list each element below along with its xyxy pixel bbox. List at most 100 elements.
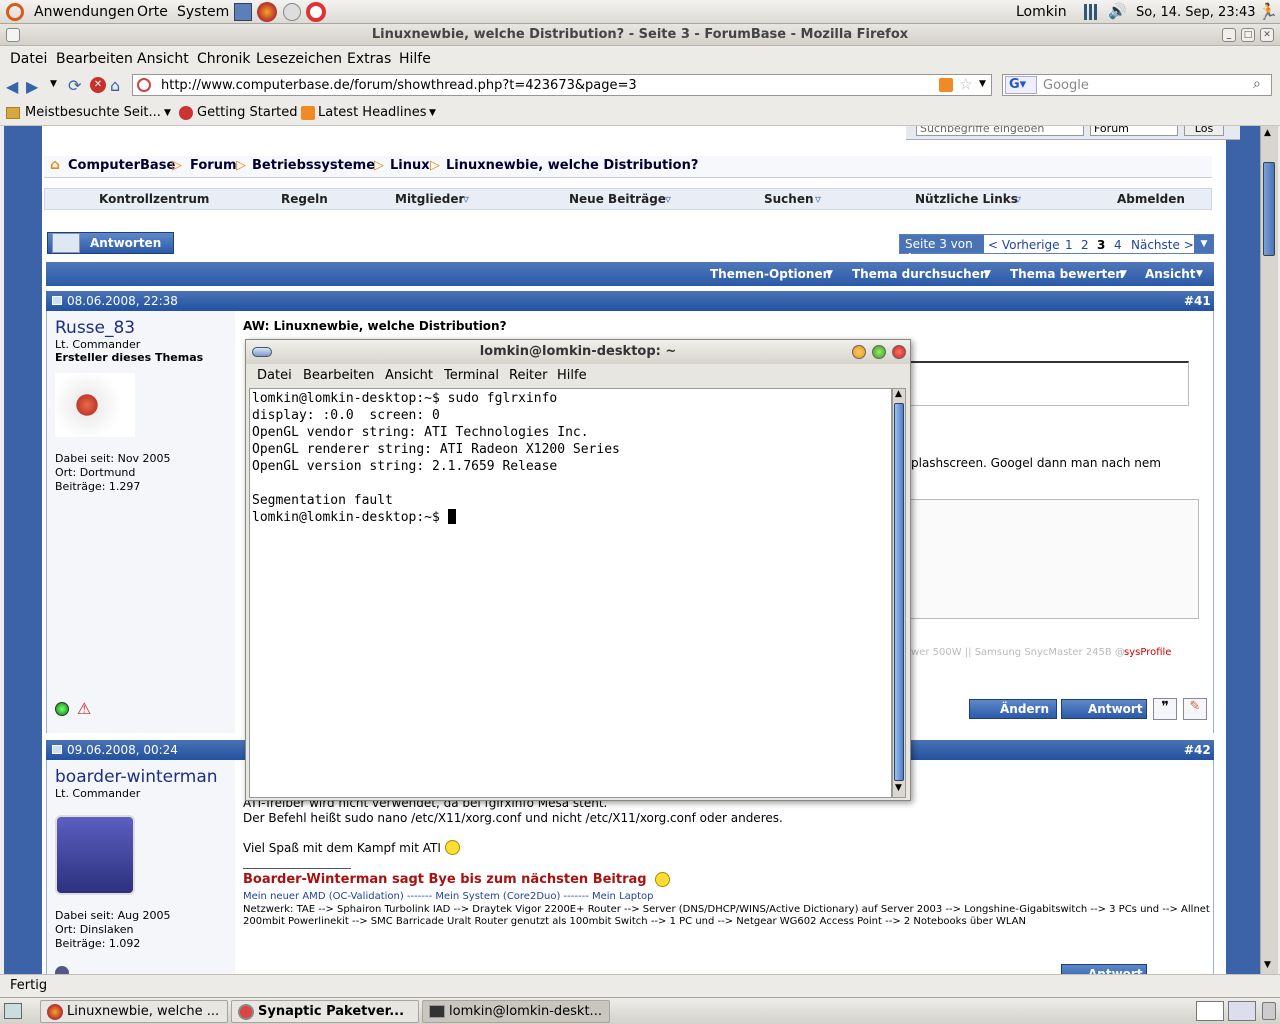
reply-thread-button[interactable]: Antworten bbox=[47, 232, 174, 254]
dropdown-arrow-icon[interactable]: ▿ bbox=[815, 192, 821, 206]
terminal-window-menu-icon[interactable] bbox=[252, 347, 272, 357]
back-arrow-icon[interactable]: ◀ bbox=[6, 77, 18, 96]
terminal-output[interactable]: lomkin@lomkin-desktop:~$ sudo fglrxinfo d… bbox=[249, 388, 892, 798]
thread-options-menu[interactable]: Themen-Optionen bbox=[710, 267, 831, 281]
terminal-prompt-line[interactable]: lomkin@lomkin-desktop:~$ bbox=[252, 509, 889, 526]
terminal-scrollbar-thumb[interactable] bbox=[894, 403, 904, 781]
nav-suchen[interactable]: Suchen bbox=[764, 192, 814, 206]
bookmark-most-visited[interactable]: Meistbesuchte Seit... bbox=[25, 105, 161, 120]
dropdown-arrow-icon[interactable]: ▿ bbox=[665, 192, 671, 206]
post-number[interactable]: #41 bbox=[1184, 294, 1211, 308]
signature-links[interactable]: Mein neuer AMD (OC-Validation) ------- M… bbox=[243, 891, 654, 902]
nav-abmelden[interactable]: Abmelden bbox=[1117, 192, 1185, 206]
window-menu-icon[interactable] bbox=[6, 28, 20, 42]
bookmark-star-icon[interactable]: ☆ bbox=[959, 75, 972, 93]
help-launcher-icon[interactable] bbox=[306, 2, 326, 22]
terminal-close-icon[interactable] bbox=[892, 345, 906, 359]
taskbar-item-synaptic[interactable]: Synaptic Paketver... bbox=[231, 1000, 419, 1023]
terminal-menu-reiter[interactable]: Reiter bbox=[509, 368, 548, 383]
menu-bearbeiten[interactable]: Bearbeiten bbox=[56, 51, 133, 67]
terminal-titlebar[interactable]: lomkin@lomkin-desktop: ~ bbox=[246, 340, 910, 364]
page-scrollbar[interactable]: ▲ ▼ bbox=[1260, 126, 1278, 974]
mail-launcher-icon[interactable] bbox=[283, 3, 301, 21]
quick-reply-icon[interactable]: ✎ bbox=[1183, 698, 1207, 720]
file-manager-launcher-icon[interactable] bbox=[234, 3, 252, 21]
pager-page-2[interactable]: 2 bbox=[1081, 238, 1089, 252]
terminal-window[interactable]: lomkin@lomkin-desktop: ~ Datei Bearbeite… bbox=[245, 339, 911, 801]
search-box[interactable]: G▾ Google ⌕ bbox=[1002, 74, 1272, 96]
scrollbar-thumb[interactable] bbox=[1263, 162, 1275, 256]
workspace-switcher[interactable] bbox=[1228, 1001, 1256, 1021]
scroll-down-icon[interactable]: ▼ bbox=[895, 783, 902, 793]
history-dropdown-icon[interactable]: ▼ bbox=[50, 79, 57, 89]
trash-icon[interactable] bbox=[1262, 1002, 1276, 1020]
report-post-icon[interactable]: ⚠ bbox=[77, 699, 91, 718]
show-desktop-icon[interactable] bbox=[4, 1003, 22, 1019]
forward-arrow-icon[interactable]: ▶ bbox=[26, 77, 38, 96]
terminal-menu-ansicht[interactable]: Ansicht bbox=[385, 368, 433, 383]
thread-view-menu[interactable]: Ansicht bbox=[1145, 267, 1195, 281]
edit-post-button[interactable]: Ändern bbox=[969, 699, 1057, 719]
search-icon[interactable]: ⌕ bbox=[1253, 76, 1261, 92]
dropdown-arrow-icon[interactable]: ▼ bbox=[1120, 269, 1127, 279]
thread-rate-menu[interactable]: Thema bewerten bbox=[1010, 267, 1124, 281]
breadcrumb-computerbase[interactable]: ComputerBase bbox=[68, 158, 175, 173]
menu-hilfe[interactable]: Hilfe bbox=[399, 51, 431, 67]
avatar[interactable] bbox=[55, 815, 135, 895]
pager-page-4[interactable]: 4 bbox=[1114, 238, 1122, 252]
breadcrumb-forum[interactable]: Forum bbox=[190, 158, 237, 173]
address-bar-url[interactable]: http://www.computerbase.de/forum/showthr… bbox=[161, 78, 637, 93]
rss-feed-icon[interactable] bbox=[939, 78, 953, 92]
terminal-menu-bearbeiten[interactable]: Bearbeiten bbox=[303, 368, 374, 383]
breadcrumb-thread[interactable]: Linuxnewbie, welche Distribution? bbox=[446, 158, 698, 173]
home-icon[interactable]: ⌂ bbox=[110, 76, 120, 95]
dropdown-arrow-icon[interactable]: ▼ bbox=[1196, 269, 1203, 279]
panel-clock[interactable]: So, 14. Sep, 23:43 bbox=[1136, 5, 1256, 20]
breadcrumb-linux[interactable]: Linux bbox=[390, 158, 430, 173]
thread-search-menu[interactable]: Thema durchsuchen bbox=[852, 267, 988, 281]
terminal-menu-datei[interactable]: Datei bbox=[257, 368, 292, 383]
menu-lesezeichen[interactable]: Lesezeichen bbox=[256, 51, 342, 67]
menu-chronik[interactable]: Chronik bbox=[197, 51, 251, 67]
logout-icon[interactable]: 🏃 bbox=[1258, 2, 1278, 21]
avatar[interactable] bbox=[55, 373, 135, 437]
multi-quote-icon[interactable]: ❞ bbox=[1153, 698, 1177, 720]
panel-username[interactable]: Lomkin bbox=[1016, 4, 1067, 20]
headlines-dropdown-icon[interactable]: ▼ bbox=[429, 108, 436, 118]
url-dropdown-icon[interactable]: ▼ bbox=[979, 79, 986, 89]
scroll-up-icon[interactable]: ▲ bbox=[895, 389, 902, 399]
terminal-maximize-icon[interactable] bbox=[872, 345, 886, 359]
firefox-launcher-icon[interactable] bbox=[257, 2, 277, 22]
menu-ansicht[interactable]: Ansicht bbox=[137, 51, 189, 67]
bookmark-getting-started[interactable]: Getting Started bbox=[197, 105, 298, 120]
home-icon[interactable]: ⌂ bbox=[50, 157, 60, 173]
terminal-menu-terminal[interactable]: Terminal bbox=[444, 368, 499, 383]
close-button[interactable]: ✕ bbox=[1260, 28, 1274, 42]
google-engine-icon[interactable]: G▾ bbox=[1005, 76, 1037, 94]
ubuntu-logo-icon[interactable] bbox=[6, 3, 24, 21]
nav-mitglieder[interactable]: Mitglieder bbox=[395, 192, 464, 206]
dropdown-arrow-icon[interactable]: ▿ bbox=[463, 192, 469, 206]
pager-page-1[interactable]: 1 bbox=[1065, 238, 1073, 252]
terminal-scrollbar[interactable]: ▲ ▼ bbox=[892, 388, 906, 798]
minimize-button[interactable]: _ bbox=[1222, 28, 1236, 42]
nav-nuetzliche-links[interactable]: Nützliche Links bbox=[915, 192, 1018, 206]
stop-icon[interactable]: ✕ bbox=[90, 77, 106, 93]
site-search-go-button[interactable]: Los bbox=[1184, 126, 1224, 136]
scroll-up-icon[interactable]: ▲ bbox=[1264, 128, 1271, 138]
menu-datei[interactable]: Datei bbox=[10, 51, 47, 67]
taskbar-item-terminal[interactable]: lomkin@lomkin-deskt... bbox=[422, 1000, 610, 1023]
quote-reply-button[interactable]: Antwort bbox=[1061, 699, 1147, 719]
nav-kontrollzentrum[interactable]: Kontrollzentrum bbox=[99, 192, 209, 206]
terminal-minimize-icon[interactable] bbox=[852, 345, 866, 359]
reload-icon[interactable]: ⟳ bbox=[68, 76, 81, 95]
terminal-menu-hilfe[interactable]: Hilfe bbox=[557, 368, 587, 383]
network-signal-icon[interactable] bbox=[1084, 4, 1100, 20]
pager-prev[interactable]: < Vorherige bbox=[988, 238, 1059, 252]
post-number[interactable]: #42 bbox=[1184, 743, 1211, 757]
pager-next[interactable]: Nächste > bbox=[1131, 238, 1194, 252]
nav-neue-beitraege[interactable]: Neue Beiträge bbox=[569, 192, 666, 206]
menu-places[interactable]: Orte bbox=[137, 4, 168, 20]
maximize-button[interactable]: □ bbox=[1241, 28, 1255, 42]
pager-dropdown-icon[interactable]: ▼ bbox=[1194, 235, 1214, 253]
